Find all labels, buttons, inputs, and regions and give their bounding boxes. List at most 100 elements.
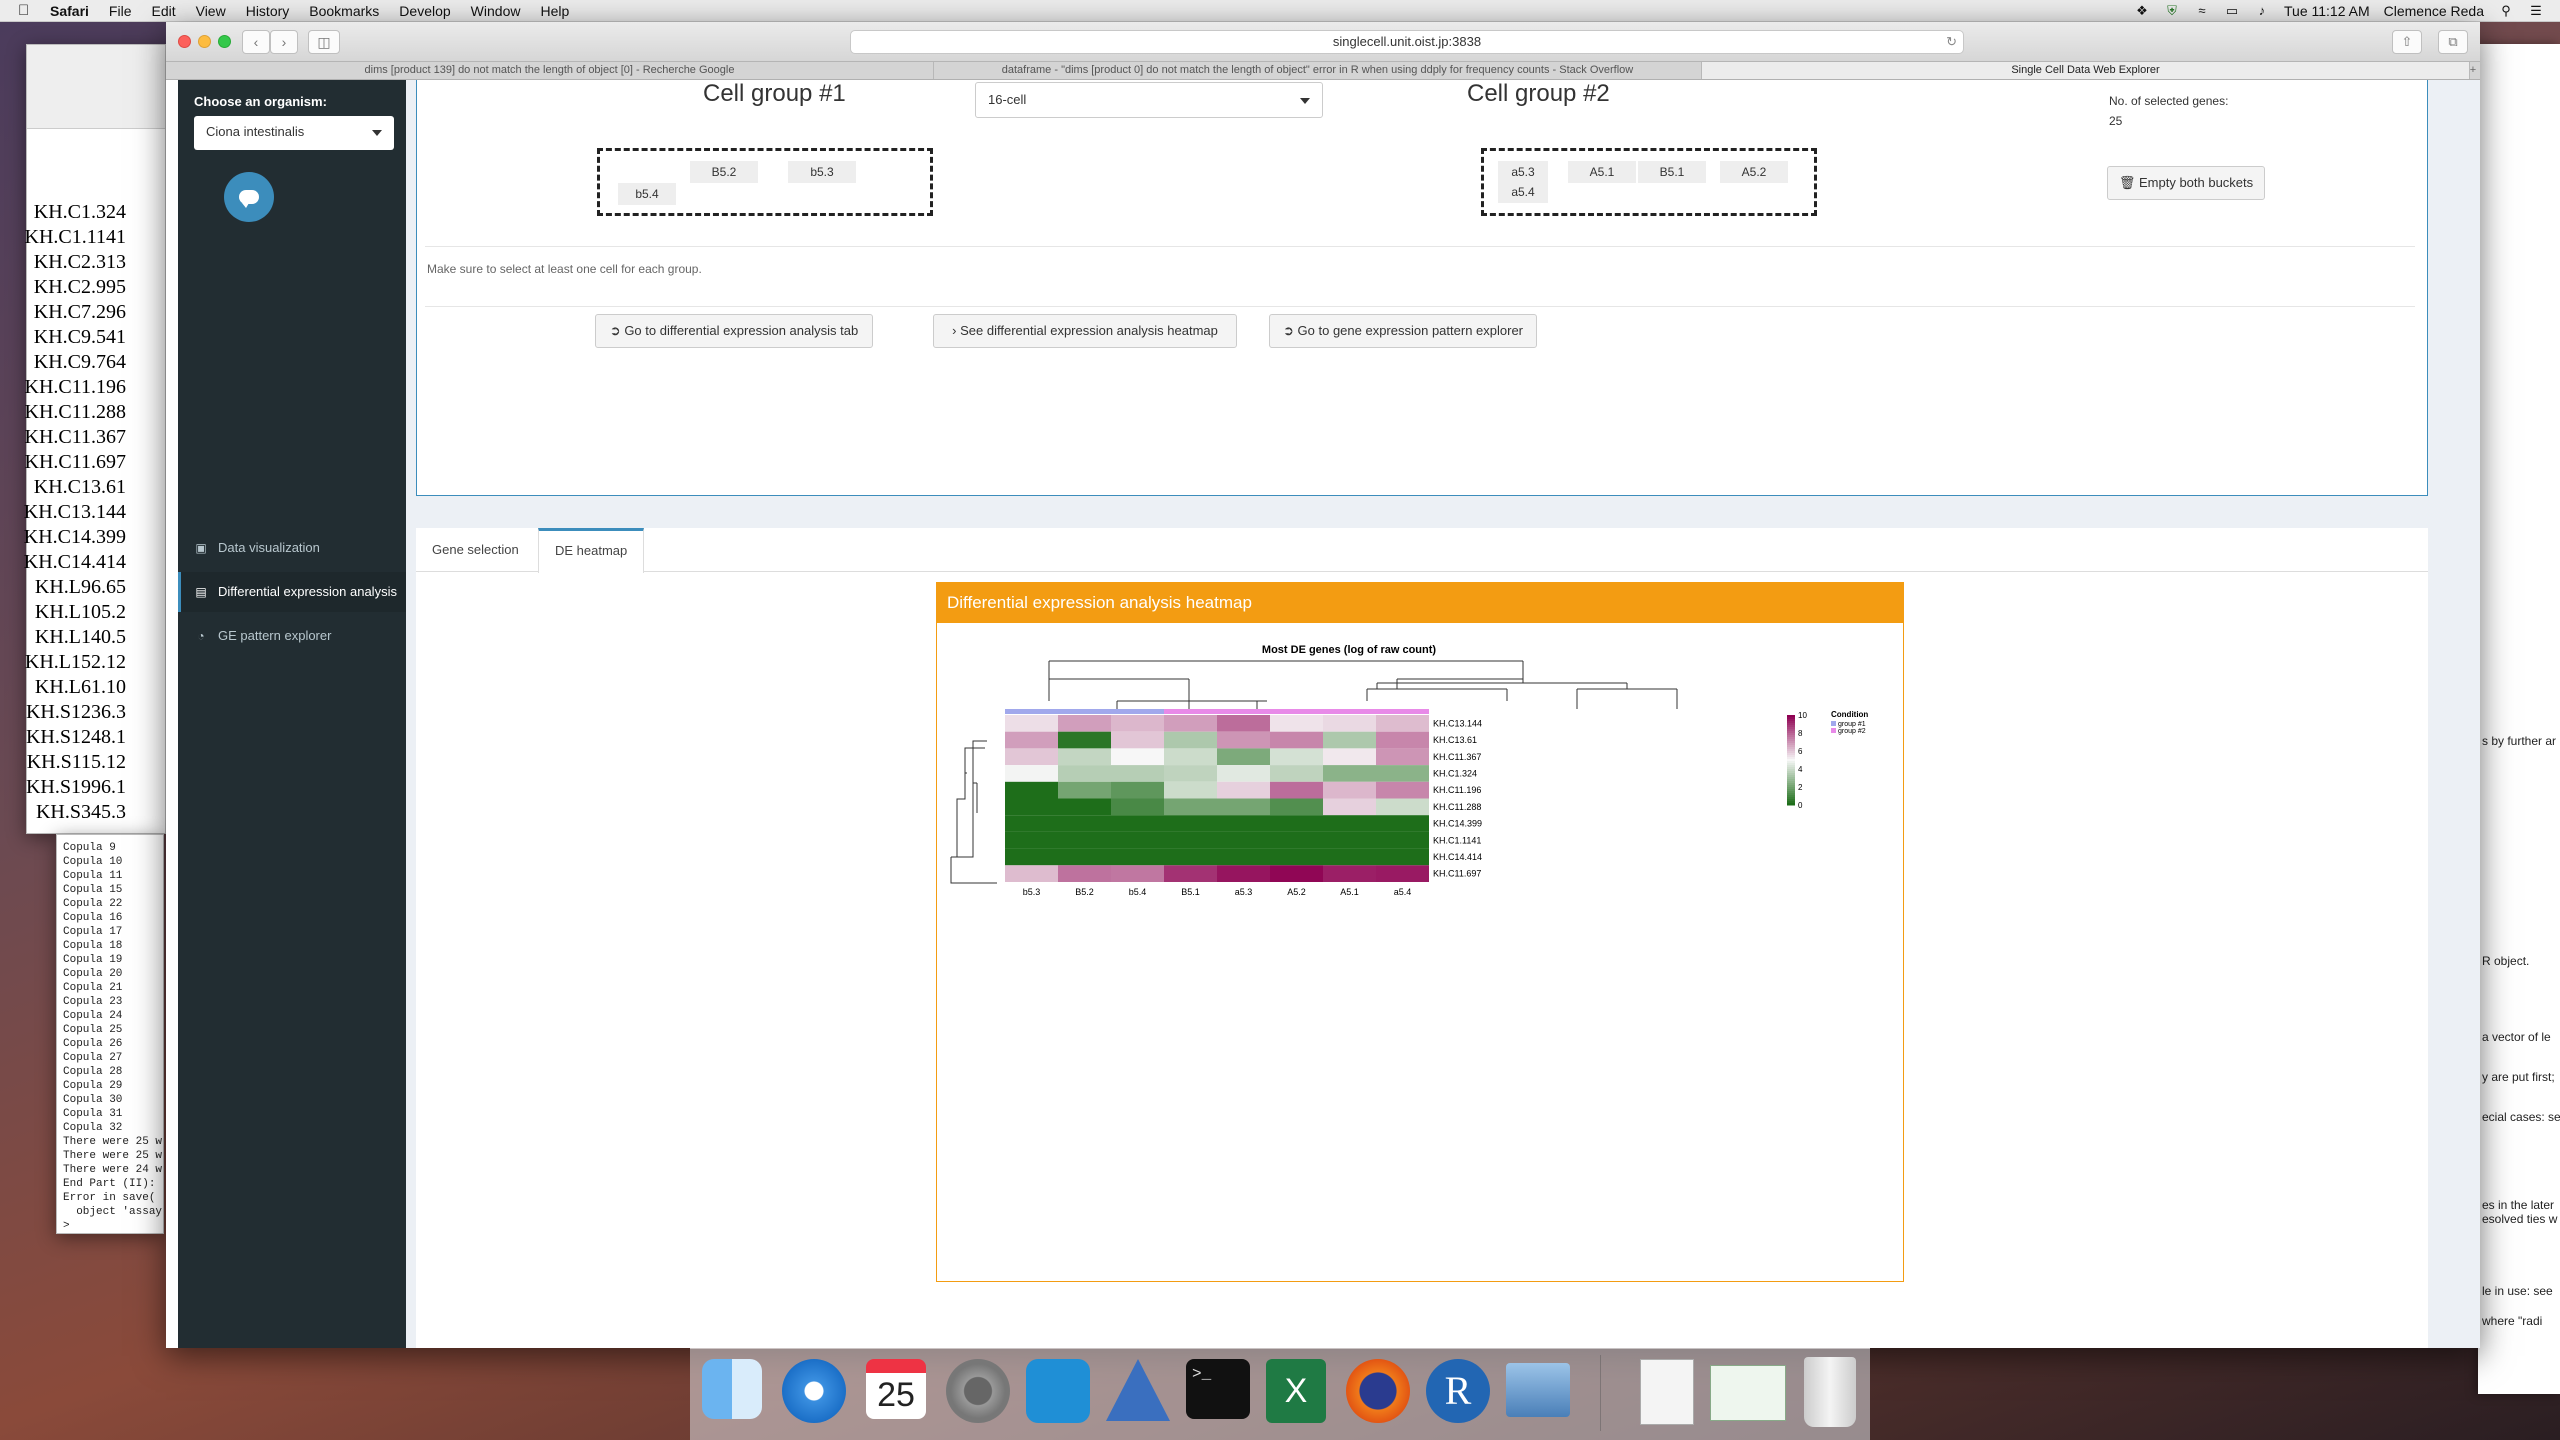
spreadsheet-stack-icon[interactable]: [1710, 1365, 1786, 1421]
heatmap-cell: [1270, 731, 1323, 749]
console-line: There were 25 w: [63, 1150, 163, 1162]
wifi-icon[interactable]: ≈: [2194, 3, 2210, 18]
browser-tab[interactable]: dataframe - "dims [product 0] do not mat…: [934, 62, 1702, 79]
menu-file[interactable]: File: [99, 3, 142, 19]
apple-icon[interactable]: : [18, 2, 40, 19]
cell-chip[interactable]: B5.1: [1638, 161, 1706, 183]
close-window-button[interactable]: [178, 35, 191, 48]
terminal-icon[interactable]: >_: [1186, 1359, 1250, 1419]
finder-icon[interactable]: [702, 1359, 762, 1419]
notification-center-icon[interactable]: ☰: [2528, 3, 2544, 18]
spotlight-icon[interactable]: ⚲: [2498, 3, 2514, 18]
organism-select[interactable]: Ciona intestinalis: [194, 116, 394, 150]
heatmap-cell: [1058, 731, 1111, 749]
tab-gene-selection[interactable]: Gene selection: [416, 528, 535, 572]
browser-tab-active[interactable]: Single Cell Data Web Explorer: [1702, 62, 2470, 79]
heatmap-cell: [1376, 715, 1429, 732]
menu-edit[interactable]: Edit: [141, 3, 185, 19]
browser-tab[interactable]: dims [product 139] do not match the leng…: [166, 62, 934, 79]
column-label: b5.3: [1023, 887, 1041, 897]
stage-select[interactable]: 16-cell: [975, 82, 1323, 118]
go-to-ge-explorer-button[interactable]: ➲ Go to gene expression pattern explorer: [1269, 314, 1537, 348]
address-bar[interactable]: singlecell.unit.oist.jp:3838 ↻: [850, 30, 1964, 54]
console-line: Copula 25: [63, 1024, 123, 1036]
chevron-right-icon: ›: [281, 34, 287, 50]
document-stack-icon[interactable]: [1640, 1359, 1694, 1425]
cell-chip[interactable]: B5.2: [690, 161, 758, 183]
nav-ge-pattern-explorer[interactable]: ◔ GE pattern explorer: [178, 616, 406, 656]
nav-data-visualization[interactable]: ▣ Data visualization: [178, 528, 406, 568]
heatmap-cell: [1111, 831, 1164, 849]
share-button[interactable]: ⇧: [2392, 30, 2422, 54]
firefox-icon[interactable]: [1346, 1359, 1410, 1423]
airplay-icon[interactable]: ▭: [2224, 3, 2240, 18]
help-line: esolved ties w: [2482, 1212, 2558, 1226]
menu-develop[interactable]: Develop: [389, 3, 460, 19]
menubar-user[interactable]: Clemence Reda: [2384, 3, 2484, 19]
reload-icon[interactable]: ↻: [1946, 31, 1957, 53]
calendar-icon[interactable]: 25: [866, 1359, 926, 1419]
console-line: Copula 22: [63, 898, 123, 910]
menu-help[interactable]: Help: [530, 3, 579, 19]
background-r-console: Copula 9 Copula 10 Copula 11 Copula 15 Copul…: [56, 834, 164, 1234]
shield-icon[interactable]: ⛨: [2164, 3, 2180, 18]
heatmap-cell: [1005, 848, 1058, 866]
cell-chip[interactable]: a5.4: [1498, 181, 1548, 203]
see-de-heatmap-button[interactable]: › See differential expression analysis h…: [933, 314, 1237, 348]
heatmap-cell: [1005, 731, 1058, 749]
back-button[interactable]: ‹: [242, 30, 270, 54]
gene-list-item: KH.C1.324: [33, 201, 126, 223]
zoom-window-button[interactable]: [218, 35, 231, 48]
heatmap-cell: [1376, 831, 1429, 849]
heatmap-cell: [1376, 731, 1429, 749]
forward-button[interactable]: ›: [270, 30, 298, 54]
r-app-icon[interactable]: R: [1426, 1359, 1490, 1423]
menu-window[interactable]: Window: [461, 3, 531, 19]
heatmap-cell: [1111, 731, 1164, 749]
cell-chip[interactable]: a5.3: [1498, 161, 1548, 183]
tab-de-heatmap[interactable]: DE heatmap: [538, 528, 645, 573]
heatmap-cell: [1058, 831, 1111, 849]
group2-bucket[interactable]: a5.3 A5.1 B5.1 A5.2 a5.4: [1481, 148, 1817, 216]
row-label: KH.C13.144: [1433, 718, 1482, 728]
heatmap-cell: [1376, 748, 1429, 766]
menu-view[interactable]: View: [186, 3, 236, 19]
preview-icon[interactable]: [1506, 1363, 1570, 1417]
vectorworks-icon[interactable]: [1106, 1359, 1170, 1421]
help-line: s by further ar: [2482, 734, 2557, 748]
row-label: KH.C14.414: [1433, 852, 1482, 862]
heatmap-box: Differential expression analysis heatmap…: [936, 582, 1904, 1282]
menu-app[interactable]: Safari: [40, 3, 99, 19]
menu-history[interactable]: History: [236, 3, 300, 19]
colorbar: 0 2 4 6 8 10: [1787, 711, 1807, 810]
heatmap-cell: [1376, 815, 1429, 832]
cell-chip[interactable]: A5.1: [1568, 161, 1636, 183]
chat-button[interactable]: [224, 172, 274, 222]
heatmap-cell: [1376, 781, 1429, 799]
cell-chip[interactable]: A5.2: [1720, 161, 1788, 183]
menu-bookmarks[interactable]: Bookmarks: [299, 3, 389, 19]
excel-icon[interactable]: X: [1266, 1359, 1326, 1423]
cell-chip[interactable]: b5.4: [618, 183, 676, 205]
trash-icon[interactable]: [1804, 1357, 1856, 1427]
console-line: Error in save(: [63, 1192, 156, 1204]
nav-differential-expression[interactable]: ▤ Differential expression analysis: [178, 572, 406, 612]
dropbox-icon[interactable]: ❖: [2134, 3, 2150, 18]
heatmap-cell: [1058, 765, 1111, 782]
new-tab-button[interactable]: +: [2466, 62, 2480, 79]
heatmap-cell: [1270, 781, 1323, 799]
go-to-de-tab-button[interactable]: ➲ Go to differential expression analysis…: [595, 314, 873, 348]
safari-app-icon[interactable]: [782, 1359, 846, 1423]
volume-icon[interactable]: ♪: [2254, 3, 2270, 18]
sourcetree-icon[interactable]: [1026, 1359, 1090, 1423]
group1-bucket[interactable]: B5.2 b5.3 b5.4: [597, 148, 933, 216]
menubar-clock[interactable]: Tue 11:12 AM: [2284, 3, 2370, 19]
colorbar-tick-label: 10: [1798, 711, 1807, 720]
empty-buckets-button[interactable]: 🗑 Empty both buckets: [2107, 166, 2265, 200]
tabs-overview-button[interactable]: ⧉: [2438, 30, 2468, 54]
minimize-window-button[interactable]: [198, 35, 211, 48]
sidebar-toggle-button[interactable]: ◫: [308, 30, 340, 54]
cell-chip[interactable]: b5.3: [788, 161, 856, 183]
system-preferences-icon[interactable]: [946, 1359, 1010, 1423]
condition-bar-cell: [1323, 709, 1376, 714]
